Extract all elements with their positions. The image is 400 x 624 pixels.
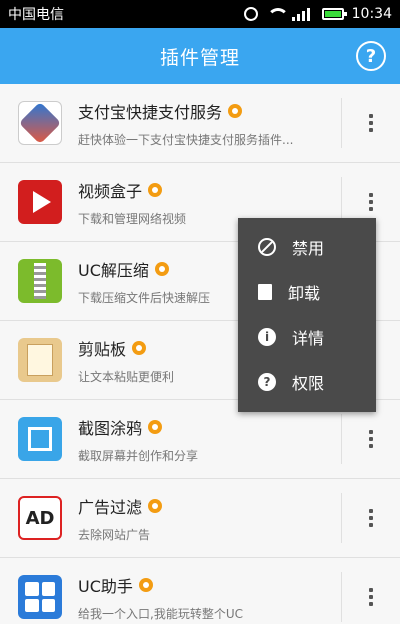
- menu-item-label: 禁用: [292, 238, 325, 258]
- list-item[interactable]: AD 广告过滤 去除网站广告: [0, 479, 400, 558]
- info-icon: i: [258, 327, 276, 346]
- video-box-icon: [18, 180, 62, 224]
- verified-badge-icon: [228, 103, 243, 118]
- list-item[interactable]: UC助手 给我一个入口,我能玩转整个UC: [0, 558, 400, 624]
- more-vert-icon: [369, 430, 373, 448]
- more-button[interactable]: [342, 558, 400, 624]
- screenshot-icon: [18, 417, 62, 461]
- more-vert-icon: [369, 193, 373, 211]
- carrier-label: 中国电信: [8, 7, 64, 23]
- more-button[interactable]: [342, 84, 400, 162]
- plugin-name: 支付宝快捷支付服务: [78, 102, 223, 122]
- plugin-desc: 截取屏幕并创作和分享: [78, 448, 199, 463]
- menu-item-permissions[interactable]: ? 权限: [238, 359, 376, 404]
- plugin-name: 剪贴板: [78, 339, 127, 359]
- menu-item-label: 详情: [292, 328, 325, 348]
- plugin-name: UC助手: [78, 576, 133, 596]
- plugin-name: 视频盒子: [78, 181, 143, 201]
- verified-badge-icon: [148, 182, 163, 197]
- uc-helper-icon: [18, 575, 62, 619]
- menu-item-uninstall[interactable]: 卸载: [238, 269, 376, 314]
- battery-icon: [321, 8, 347, 20]
- verified-badge-icon: [132, 340, 147, 355]
- verified-badge-icon: [154, 261, 169, 276]
- menu-item-label: 权限: [292, 373, 325, 393]
- alarm-icon: [243, 7, 258, 21]
- help-button[interactable]: ?: [356, 41, 386, 71]
- more-vert-icon: [369, 588, 373, 606]
- more-button[interactable]: [342, 479, 400, 557]
- plugin-desc: 赶快体验一下支付宝快捷支付服务插件...: [78, 132, 294, 147]
- plugin-name: UC解压缩: [78, 260, 149, 280]
- verified-badge-icon: [148, 419, 163, 434]
- ban-icon: [258, 237, 276, 256]
- plugin-name: 截图涂鸦: [78, 418, 143, 438]
- more-vert-icon: [369, 114, 373, 132]
- ad-filter-icon: AD: [18, 496, 62, 540]
- alipay-icon: [18, 101, 62, 145]
- context-menu: 禁用 卸载 i 详情 ? 权限: [238, 218, 376, 412]
- status-bar: 中国电信 10:34: [0, 0, 400, 28]
- trash-icon: [258, 283, 272, 300]
- menu-item-label: 卸载: [288, 283, 321, 303]
- app-bar: 插件管理 ?: [0, 28, 400, 84]
- verified-badge-icon: [148, 498, 163, 513]
- clipboard-icon: [18, 338, 62, 382]
- menu-item-details[interactable]: i 详情: [238, 314, 376, 359]
- lock-icon: ?: [258, 372, 276, 391]
- plugin-desc: 去除网站广告: [78, 527, 151, 542]
- unzip-icon: [18, 259, 62, 303]
- ad-icon-text: AD: [25, 507, 55, 529]
- page-title: 插件管理: [159, 46, 240, 69]
- plugin-desc: 给我一个入口,我能玩转整个UC: [78, 606, 243, 621]
- more-vert-icon: [369, 509, 373, 527]
- menu-item-disable[interactable]: 禁用: [238, 224, 376, 269]
- clock: 10:34: [351, 6, 392, 22]
- wifi-icon: [266, 8, 289, 20]
- plugin-name: 广告过滤: [78, 497, 143, 517]
- list-item[interactable]: 支付宝快捷支付服务 赶快体验一下支付宝快捷支付服务插件...: [0, 84, 400, 163]
- verified-badge-icon: [138, 577, 153, 592]
- signal-icon: [291, 7, 314, 21]
